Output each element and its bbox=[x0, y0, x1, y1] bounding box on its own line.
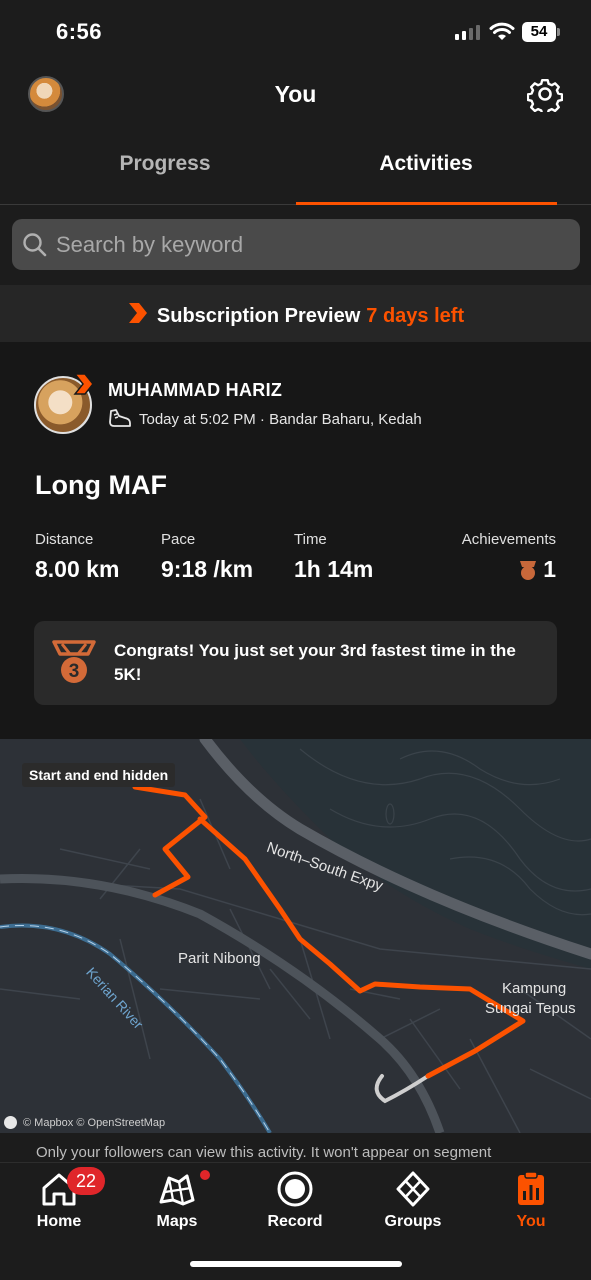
you-icon bbox=[518, 1171, 544, 1205]
gear-icon[interactable] bbox=[527, 76, 563, 112]
subscriber-badge-icon bbox=[73, 373, 94, 395]
tab-label: Maps bbox=[156, 1213, 198, 1230]
tab-label: Record bbox=[267, 1213, 323, 1230]
tab-progress[interactable]: Progress bbox=[35, 152, 295, 176]
tab-label: You bbox=[516, 1213, 546, 1230]
wifi-icon bbox=[489, 22, 515, 40]
notification-badge: 22 bbox=[67, 1167, 105, 1195]
tab-label: Groups bbox=[384, 1213, 442, 1230]
stat-label: Achievements bbox=[461, 531, 556, 548]
stat-time: Time 1h 14m bbox=[294, 531, 373, 583]
map-label-kampung: Kampung bbox=[502, 980, 567, 997]
subscription-label: Subscription Preview bbox=[156, 305, 361, 327]
stat-pace: Pace 9:18 /km bbox=[161, 531, 253, 583]
maps-notification-dot bbox=[200, 1170, 210, 1180]
activity-meta-text: Today at 5:02 PM · Bandar Baharu, Kedah bbox=[139, 410, 422, 428]
run-shoe-icon bbox=[109, 409, 131, 427]
start-end-hidden-pill: Start and end hidden bbox=[22, 763, 176, 787]
tab-bar-top: Progress Activities bbox=[0, 130, 591, 205]
status-time: 6:56 bbox=[56, 19, 103, 44]
stat-label: Pace bbox=[161, 531, 196, 548]
active-tab-indicator bbox=[296, 202, 557, 205]
subscription-chevron-icon bbox=[128, 303, 147, 323]
bronze-medal-icon: 3 bbox=[52, 640, 96, 683]
status-bar: 6:56 54 bbox=[0, 0, 591, 64]
stat-label: Time bbox=[294, 531, 327, 548]
activity-title[interactable]: Long MAF bbox=[35, 470, 167, 501]
battery-level: 54 bbox=[522, 22, 556, 42]
subscription-days-left: 7 days left bbox=[366, 305, 465, 327]
record-icon bbox=[277, 1171, 313, 1207]
battery-icon: 54 bbox=[522, 22, 560, 42]
congrats-text: Congrats! You just set your 3rd fastest … bbox=[114, 641, 516, 684]
search-icon bbox=[23, 233, 47, 257]
signal-icon bbox=[455, 24, 480, 40]
groups-icon bbox=[396, 1171, 430, 1207]
page-title: You bbox=[274, 81, 317, 107]
svg-text:3: 3 bbox=[69, 661, 80, 682]
achievements-count: 1 bbox=[543, 556, 556, 582]
search-bar[interactable] bbox=[12, 219, 580, 270]
stat-value: 1h 14m bbox=[294, 556, 374, 582]
mapbox-logo-icon bbox=[4, 1116, 17, 1129]
stat-label: Distance bbox=[35, 531, 94, 548]
map-label-parit-nibong: Parit Nibong bbox=[178, 950, 261, 967]
stat-value: 8.00 km bbox=[35, 556, 120, 582]
athlete-name[interactable]: MUHAMMAD HARIZ bbox=[108, 380, 282, 401]
stat-value: 9:18 /km bbox=[161, 556, 254, 582]
tab-label: Home bbox=[36, 1213, 82, 1230]
maps-icon bbox=[159, 1174, 195, 1206]
header: You bbox=[0, 64, 591, 126]
activity-card[interactable]: MUHAMMAD HARIZ Today at 5:02 PM · Bandar… bbox=[0, 342, 591, 739]
stat-distance: Distance 8.00 km bbox=[35, 531, 119, 583]
medal-icon bbox=[520, 560, 537, 580]
achievement-callout[interactable]: 3 Congrats! You just set your 3rd fastes… bbox=[34, 621, 557, 705]
home-indicator[interactable] bbox=[190, 1261, 402, 1267]
stat-achievements: Achievements 1 bbox=[462, 531, 556, 583]
map-attribution-text: © Mapbox © OpenStreetMap bbox=[23, 1116, 166, 1129]
activity-map[interactable]: Start and end hidden North–South Expy Pa… bbox=[0, 739, 591, 1133]
subscription-banner[interactable]: Subscription Preview 7 days left bbox=[0, 285, 591, 342]
activity-meta: Today at 5:02 PM · Bandar Baharu, Kedah bbox=[108, 408, 422, 430]
map-label-sungai-tepus: Sungai Tepus bbox=[485, 1000, 576, 1017]
map-attribution[interactable]: © Mapbox © OpenStreetMap bbox=[4, 1116, 165, 1129]
map-canvas bbox=[0, 739, 591, 1133]
tab-activities[interactable]: Activities bbox=[296, 152, 556, 176]
search-input[interactable] bbox=[56, 219, 556, 270]
privacy-note: Only your followers can view this activi… bbox=[36, 1144, 492, 1161]
